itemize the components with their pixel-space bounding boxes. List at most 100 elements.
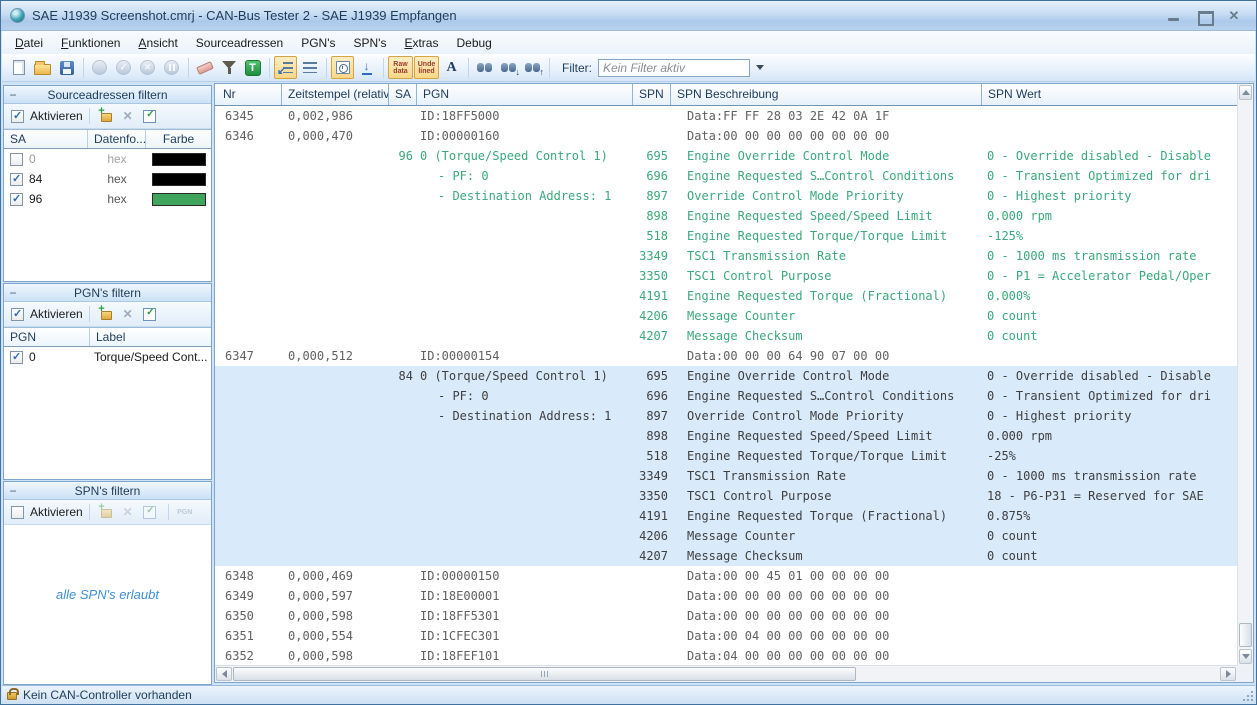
sa-filter-row[interactable]: 96hex bbox=[4, 189, 211, 209]
scroll-up-icon[interactable] bbox=[1239, 85, 1252, 100]
spn-row[interactable]: 898Engine Requested Speed/Speed Limit0.0… bbox=[215, 426, 1237, 446]
sa-filter-row[interactable]: 84hex bbox=[4, 169, 211, 189]
label-col-header[interactable]: Label bbox=[90, 328, 211, 346]
pgn-mode-icon[interactable]: PGN bbox=[175, 503, 195, 521]
row-checkbox[interactable] bbox=[10, 153, 23, 166]
spn-row[interactable]: 518Engine Requested Torque/Torque Limit-… bbox=[215, 446, 1237, 466]
list-icon[interactable] bbox=[298, 56, 321, 79]
message-row[interactable]: 63480,000,469ID:00000150Data:00 00 45 01… bbox=[215, 566, 1237, 586]
column-header-desc[interactable]: SPN Beschreibung bbox=[671, 84, 982, 105]
spn-row[interactable]: 3349TSC1 Transmission Rate0 - 1000 ms tr… bbox=[215, 466, 1237, 486]
filter-dropdown-icon[interactable] bbox=[752, 59, 767, 77]
horizontal-scrollbar[interactable] bbox=[215, 665, 1237, 682]
spn-row[interactable]: 960 (Torque/Speed Control 1)695Engine Ov… bbox=[215, 146, 1237, 166]
pause-icon[interactable] bbox=[160, 56, 183, 79]
vertical-scrollbar[interactable] bbox=[1237, 84, 1253, 665]
spn-activate-checkbox[interactable] bbox=[11, 506, 24, 519]
sa-filter-row[interactable]: 0hex bbox=[4, 149, 211, 169]
filter-input[interactable] bbox=[598, 59, 750, 77]
cancel-icon[interactable]: ✕ bbox=[136, 56, 159, 79]
minimize-button[interactable] bbox=[1167, 10, 1181, 22]
pgn-activate-checkbox[interactable] bbox=[11, 308, 24, 321]
find-next-icon[interactable]: ↓ bbox=[497, 56, 520, 79]
menu-item-pgns[interactable]: PGN's bbox=[292, 33, 344, 53]
resize-grip[interactable] bbox=[1241, 689, 1253, 701]
message-row[interactable]: 63470,000,512ID:00000154Data:00 00 00 64… bbox=[215, 346, 1237, 366]
underlined-button[interactable]: Undelined bbox=[414, 56, 439, 79]
filter-funnel-icon[interactable] bbox=[217, 56, 240, 79]
collapse-icon[interactable]: − bbox=[4, 87, 22, 103]
message-row[interactable]: 63500,000,598ID:18FF5301Data:00 00 00 00… bbox=[215, 606, 1237, 626]
horizontal-scroll-thumb[interactable] bbox=[233, 667, 856, 681]
add-filter-icon[interactable] bbox=[96, 107, 116, 125]
trigger-icon[interactable]: T bbox=[241, 56, 264, 79]
spn-row[interactable]: 4207Message Checksum0 count bbox=[215, 326, 1237, 346]
scroll-left-icon[interactable] bbox=[216, 667, 232, 681]
color-swatch[interactable] bbox=[152, 173, 206, 186]
delete-filter-icon[interactable]: ✕ bbox=[118, 107, 138, 125]
autoscroll-list-icon[interactable]: ↙ bbox=[274, 56, 297, 79]
color-swatch[interactable] bbox=[152, 153, 206, 166]
sa-activate-checkbox[interactable] bbox=[11, 110, 24, 123]
menu-item-sourceadressen[interactable]: Sourceadressen bbox=[187, 33, 292, 53]
message-row[interactable]: 63510,000,554ID:1CFEC301Data:00 04 00 00… bbox=[215, 626, 1237, 646]
menu-item-spns[interactable]: SPN's bbox=[344, 33, 395, 53]
menu-item-extras[interactable]: Extras bbox=[395, 33, 447, 53]
column-header-nr[interactable]: Nr bbox=[215, 84, 282, 105]
scroll-down-icon[interactable]: ↓ bbox=[355, 56, 378, 79]
spn-row[interactable]: - Destination Address: 1897Override Cont… bbox=[215, 406, 1237, 426]
new-file-icon[interactable] bbox=[7, 56, 30, 79]
eraser-icon[interactable] bbox=[193, 56, 216, 79]
spn-row[interactable]: 4207Message Checksum0 count bbox=[215, 546, 1237, 566]
record-icon[interactable] bbox=[88, 56, 111, 79]
spn-row[interactable]: 3350TSC1 Control Purpose18 - P6-P31 = Re… bbox=[215, 486, 1237, 506]
menu-item-funktionen[interactable]: Funktionen bbox=[52, 33, 129, 53]
column-header-pgn[interactable]: PGN bbox=[417, 84, 633, 105]
color-col-header[interactable]: Farbe bbox=[146, 130, 211, 148]
menu-item-debug[interactable]: Debug bbox=[447, 33, 500, 53]
spn-row[interactable]: 898Engine Requested Speed/Speed Limit0.0… bbox=[215, 206, 1237, 226]
spn-row[interactable]: 3349TSC1 Transmission Rate0 - 1000 ms tr… bbox=[215, 246, 1237, 266]
format-col-header[interactable]: Datenfo... bbox=[88, 130, 146, 148]
spn-row[interactable]: - Destination Address: 1897Override Cont… bbox=[215, 186, 1237, 206]
spn-row[interactable]: - PF: 0696Engine Requested S…Control Con… bbox=[215, 166, 1237, 186]
column-header-time[interactable]: Zeitstempel (relativ) bbox=[282, 84, 389, 105]
spn-row[interactable]: - PF: 0696Engine Requested S…Control Con… bbox=[215, 386, 1237, 406]
message-row[interactable]: 63520,000,598ID:18FEF101Data:04 00 00 00… bbox=[215, 646, 1237, 665]
spn-row[interactable]: 518Engine Requested Torque/Torque Limit-… bbox=[215, 226, 1237, 246]
vertical-scroll-thumb[interactable] bbox=[1239, 623, 1252, 647]
timestamp-icon[interactable] bbox=[331, 56, 354, 79]
delete-filter-icon[interactable]: ✕ bbox=[118, 305, 138, 323]
row-checkbox[interactable] bbox=[10, 351, 23, 364]
collapse-icon[interactable]: − bbox=[4, 483, 22, 499]
spn-row[interactable]: 4191Engine Requested Torque (Fractional)… bbox=[215, 506, 1237, 526]
scroll-right-icon[interactable] bbox=[1220, 667, 1236, 681]
color-swatch[interactable] bbox=[152, 193, 206, 206]
add-filter-icon[interactable] bbox=[96, 503, 116, 521]
column-header-sa[interactable]: SA bbox=[389, 84, 417, 105]
spn-row[interactable]: 4206Message Counter0 count bbox=[215, 306, 1237, 326]
collapse-icon[interactable]: − bbox=[4, 285, 22, 301]
find-prev-icon[interactable]: ↑ bbox=[521, 56, 544, 79]
message-row[interactable]: 63490,000,597ID:18E00001Data:00 00 00 00… bbox=[215, 586, 1237, 606]
pgn-filter-row[interactable]: 0Torque/Speed Cont... bbox=[4, 347, 211, 367]
maximize-button[interactable] bbox=[1197, 10, 1211, 22]
scroll-down-arrow-icon[interactable] bbox=[1239, 649, 1252, 664]
pgn-col-header[interactable]: PGN bbox=[4, 328, 90, 346]
spn-row[interactable]: 3350TSC1 Control Purpose0 - P1 = Acceler… bbox=[215, 266, 1237, 286]
save-file-icon[interactable] bbox=[55, 56, 78, 79]
accept-icon[interactable]: ✓ bbox=[112, 56, 135, 79]
font-icon[interactable]: A bbox=[440, 56, 463, 79]
find-icon[interactable] bbox=[473, 56, 496, 79]
column-header-spn[interactable]: SPN bbox=[633, 84, 671, 105]
menu-item-ansicht[interactable]: Ansicht bbox=[129, 33, 186, 53]
spn-row[interactable]: 4206Message Counter0 count bbox=[215, 526, 1237, 546]
sa-col-header[interactable]: SA bbox=[4, 130, 88, 148]
message-row[interactable]: 63460,000,470ID:00000160Data:00 00 00 00… bbox=[215, 126, 1237, 146]
open-file-icon[interactable] bbox=[31, 56, 54, 79]
add-filter-icon[interactable] bbox=[96, 305, 116, 323]
message-row[interactable]: 63450,002,986ID:18FF5000Data:FF FF 28 03… bbox=[215, 106, 1237, 126]
raw-data-button[interactable]: Rawdata bbox=[388, 56, 413, 79]
row-checkbox[interactable] bbox=[10, 193, 23, 206]
menu-item-datei[interactable]: Datei bbox=[6, 33, 52, 53]
